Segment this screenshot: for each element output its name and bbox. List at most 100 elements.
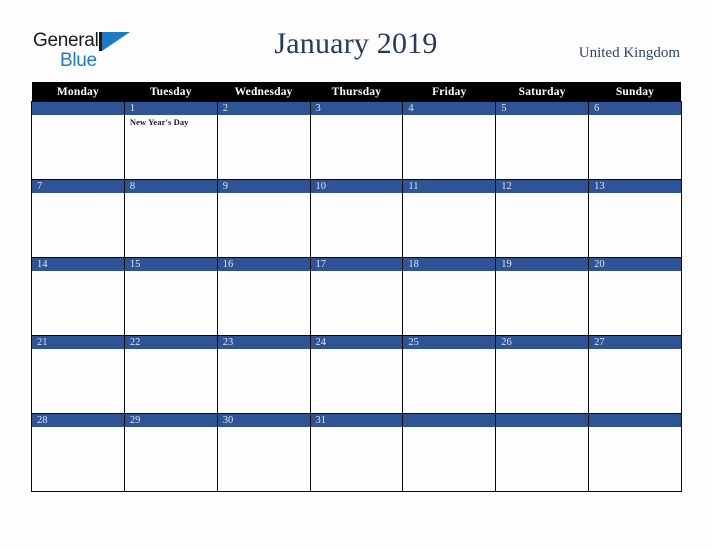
calendar-day-cell[interactable]: 23 [216,335,311,414]
day-content-area[interactable] [311,115,403,179]
day-content-area[interactable] [125,271,217,335]
day-content-area[interactable] [589,271,681,335]
day-content-area[interactable] [311,427,403,491]
calendar-body: 1 New Year's Day 2 3 4 5 6 7 8 9 10 11 12 13 14 15 16 17 1… [31,101,682,492]
day-number: 26 [496,336,589,349]
day-cell-inner: 7 [32,180,124,257]
day-content-area[interactable] [311,271,403,335]
day-content-area[interactable] [218,115,310,179]
day-content-area[interactable] [125,349,217,413]
day-content-area[interactable] [403,271,495,335]
weekday-header-monday: Monday [31,82,125,102]
calendar-day-cell[interactable]: 16 [216,257,311,336]
day-content-area[interactable] [403,349,495,413]
day-content-area[interactable] [311,349,403,413]
day-content-area[interactable] [32,271,124,335]
day-cell-inner: 6 [589,102,681,179]
day-number [403,414,496,427]
day-cell-inner: 29 [124,414,217,491]
calendar-weekday-header: Monday Tuesday Wednesday Thursday Friday… [31,82,682,102]
calendar-empty-cell [31,101,125,180]
day-content-area[interactable] [218,193,310,257]
calendar-day-cell[interactable]: 19 [495,257,590,336]
day-cell-inner: 24 [310,336,403,413]
calendar-day-cell[interactable]: 17 [309,257,404,336]
calendar-day-cell[interactable]: 8 [123,179,218,258]
calendar-day-cell[interactable]: 28 [31,413,125,492]
day-content-area[interactable] [125,427,217,491]
day-cell-inner: 19 [496,258,589,335]
day-cell-inner: 22 [124,336,217,413]
day-content-area[interactable] [32,193,124,257]
calendar-day-cell[interactable]: 30 [216,413,311,492]
day-content-area[interactable] [496,271,588,335]
calendar-day-cell[interactable]: 20 [588,257,682,336]
day-content-area[interactable] [589,349,681,413]
calendar-day-cell[interactable]: 2 [216,101,311,180]
calendar-day-cell[interactable]: 1 New Year's Day [123,101,218,180]
weekday-header-row: Monday Tuesday Wednesday Thursday Friday… [31,82,682,102]
day-number: 31 [310,414,403,427]
day-content-area[interactable] [496,427,588,491]
calendar-day-cell[interactable]: 14 [31,257,125,336]
day-content-area[interactable] [32,427,124,491]
calendar-day-cell[interactable]: 24 [309,335,404,414]
day-content-area[interactable] [32,349,124,413]
day-number: 11 [403,180,496,193]
day-cell-inner: 12 [496,180,589,257]
calendar-day-cell[interactable]: 26 [495,335,590,414]
day-number: 25 [403,336,496,349]
calendar-day-cell[interactable]: 9 [216,179,311,258]
day-number: 8 [124,180,217,193]
day-content-area[interactable] [403,427,495,491]
day-content-area[interactable] [496,193,588,257]
day-content-area[interactable] [218,271,310,335]
day-number: 28 [32,414,124,427]
calendar-day-cell[interactable]: 5 [495,101,590,180]
day-content-area[interactable] [403,193,495,257]
calendar-week-row: 14 15 16 17 18 19 20 [31,257,682,336]
day-number: 12 [496,180,589,193]
day-content-area[interactable]: New Year's Day [125,115,217,179]
day-cell-inner: 10 [310,180,403,257]
page-header: General Blue January 2019 United Kingdom [0,0,712,82]
day-content-area[interactable] [589,427,681,491]
day-content-area[interactable] [496,349,588,413]
calendar-day-cell[interactable]: 10 [309,179,404,258]
calendar-day-cell[interactable]: 7 [31,179,125,258]
day-cell-inner: 14 [32,258,124,335]
calendar-day-cell[interactable]: 25 [402,335,497,414]
day-content-area[interactable] [403,115,495,179]
calendar-day-cell[interactable]: 4 [402,101,497,180]
day-content-area[interactable] [32,115,124,179]
day-content-area[interactable] [218,349,310,413]
calendar-day-cell[interactable]: 27 [588,335,682,414]
calendar-day-cell[interactable]: 3 [309,101,404,180]
calendar-day-cell[interactable]: 12 [495,179,590,258]
calendar-day-cell[interactable]: 31 [309,413,404,492]
day-content-area[interactable] [496,115,588,179]
day-content-area[interactable] [589,115,681,179]
calendar-day-cell[interactable]: 13 [588,179,682,258]
day-number: 19 [496,258,589,271]
calendar-day-cell[interactable]: 18 [402,257,497,336]
day-cell-inner [589,414,681,491]
day-content-area[interactable] [589,193,681,257]
day-number: 10 [310,180,403,193]
calendar-day-cell[interactable]: 15 [123,257,218,336]
day-number: 15 [124,258,217,271]
calendar-day-cell[interactable]: 11 [402,179,497,258]
day-content-area[interactable] [218,427,310,491]
calendar-day-cell[interactable]: 22 [123,335,218,414]
day-cell-inner: 18 [403,258,496,335]
calendar-day-cell[interactable]: 29 [123,413,218,492]
weekday-header-tuesday: Tuesday [124,82,218,102]
day-content-area[interactable] [311,193,403,257]
day-number: 1 [124,102,217,115]
calendar-day-cell[interactable]: 21 [31,335,125,414]
day-content-area[interactable] [125,193,217,257]
day-number: 21 [32,336,124,349]
day-number: 20 [589,258,681,271]
calendar-day-cell[interactable]: 6 [588,101,682,180]
weekday-header-sunday: Sunday [588,82,682,102]
